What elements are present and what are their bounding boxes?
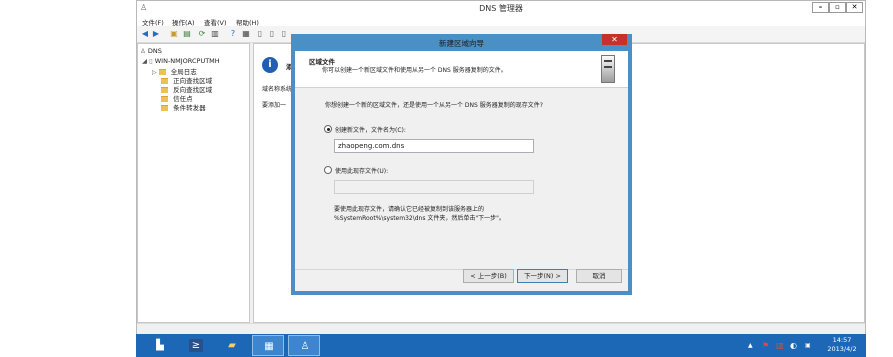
server-node-icon: ▯ xyxy=(149,57,153,65)
close-button[interactable]: ✕ xyxy=(846,2,863,13)
create-new-file-label[interactable]: 创建新文件，文件名为(C): xyxy=(335,125,406,134)
mmc-icon: ▦ xyxy=(264,341,274,352)
taskbar-server-manager[interactable]: ▙ xyxy=(144,335,176,356)
new-zone-wizard-dialog: 新建区域向导 ✕ 区域文件 你可以创建一个新区域文件和使用从另一个 DNS 服务… xyxy=(291,34,632,295)
back-arrow-icon[interactable]: ◀ xyxy=(140,29,150,39)
refresh-icon[interactable]: ⟳ xyxy=(197,29,207,39)
wizard-close-button[interactable]: ✕ xyxy=(602,34,627,45)
existing-file-note-line1: 要使用此现存文件，请确认它已经被复制到该服务器上的 xyxy=(334,206,485,213)
tree-node-conditional-forwarders[interactable]: 条件转发器 xyxy=(161,102,206,112)
taskbar-clock[interactable]: 14:57 2013/4/2 xyxy=(824,336,860,354)
folder-up-icon[interactable]: ▣ xyxy=(169,29,179,39)
wizard-header-description: 你可以创建一个新区域文件和使用从另一个 DNS 服务器复制的文件。 xyxy=(322,67,507,74)
status-bar xyxy=(137,323,865,334)
wizard-question: 你想创建一个新的区域文件，还是使用一个从另一个 DNS 服务器复制的现存文件? xyxy=(325,102,543,109)
console-tree: ♙ DNS ◢ ▯ WIN-NMJORCPUTMH ▷ 全局日志 正向查找区域 … xyxy=(137,43,250,323)
tree-node-dns-label: DNS xyxy=(147,47,162,55)
wizard-title: 新建区域向导 xyxy=(439,39,484,48)
existing-file-input[interactable] xyxy=(334,180,534,194)
dns-manager-icon: ♙ xyxy=(300,341,310,352)
collapse-icon[interactable]: ◢ xyxy=(142,57,147,65)
new-zone-icon[interactable]: ▯ xyxy=(279,29,289,39)
properties-icon[interactable]: ▦ xyxy=(241,29,251,39)
use-existing-file-label[interactable]: 使用此现存文件(U): xyxy=(335,166,388,175)
window-title: DNS 管理器 xyxy=(479,4,523,13)
clock-date: 2013/4/2 xyxy=(827,345,857,353)
new-file-name-input[interactable]: zhaopeng.com.dns xyxy=(334,139,534,153)
expand-icon[interactable]: ▷ xyxy=(152,69,157,76)
minimize-button[interactable]: – xyxy=(812,2,829,13)
folder-icon xyxy=(161,105,168,111)
server-tower-icon xyxy=(601,55,615,83)
taskbar-mmc[interactable]: ▦ xyxy=(252,335,284,356)
taskbar-powershell[interactable]: ≥ xyxy=(180,335,212,356)
forward-arrow-icon[interactable]: ▶ xyxy=(151,29,161,39)
maximize-button[interactable]: ▫ xyxy=(829,2,846,13)
folder-icon: ▰ xyxy=(228,340,236,351)
wizard-body: 区域文件 你可以创建一个新区域文件和使用从另一个 DNS 服务器复制的文件。 你… xyxy=(295,51,628,291)
server-icon[interactable]: ▯ xyxy=(255,29,265,39)
back-button[interactable]: < 上一步(B) xyxy=(463,269,514,283)
tree-node-dns[interactable]: ♙ DNS xyxy=(140,47,162,55)
existing-file-note-line2: %SystemRoot%\system32\dns 文件夹，然后单击"下一步"。 xyxy=(334,215,505,222)
records-icon[interactable]: ▯ xyxy=(267,29,277,39)
tree-node-server-label: WIN-NMJORCPUTMH xyxy=(154,57,220,65)
wizard-header: 区域文件 你可以创建一个新区域文件和使用从另一个 DNS 服务器复制的文件。 xyxy=(295,51,628,88)
use-existing-file-radio[interactable] xyxy=(324,166,332,174)
tree-node-label: 条件转发器 xyxy=(173,104,206,112)
server-manager-icon: ▙ xyxy=(156,340,164,351)
next-button[interactable]: 下一步(N) > xyxy=(517,269,568,283)
powershell-icon: ≥ xyxy=(189,339,203,352)
pane-text-2: 要添加一 xyxy=(262,102,287,109)
menu-bar: 文件(F) 操作(A) 查看(V) 帮助(H) xyxy=(137,15,865,27)
wizard-title-bar[interactable]: 新建区域向导 ✕ xyxy=(291,34,632,51)
show-hide-tree-icon[interactable]: ▤ xyxy=(182,29,192,39)
volume-icon[interactable]: ◐ xyxy=(790,341,797,350)
tree-node-server[interactable]: ◢ ▯ WIN-NMJORCPUTMH xyxy=(142,57,220,65)
taskbar: ▙ ≥ ▰ ▦ ♙ ▲ ⚑ ▥ ◐ ▣ 14:57 2013/4/2 xyxy=(136,334,866,357)
cancel-button[interactable]: 取消 xyxy=(576,269,622,283)
pane-text-1: 域名称系统 xyxy=(262,86,293,93)
export-list-icon[interactable]: ▥ xyxy=(210,29,220,39)
create-new-file-radio[interactable] xyxy=(324,125,332,133)
help-icon[interactable]: ? xyxy=(228,29,238,39)
dns-icon: ♙ xyxy=(140,47,146,55)
show-hidden-icons-arrow[interactable]: ▲ xyxy=(748,342,753,349)
title-bar[interactable]: ♙ DNS 管理器 – ▫ ✕ xyxy=(137,1,865,16)
action-center-flag-icon[interactable]: ⚑ xyxy=(762,341,769,350)
info-icon: i xyxy=(262,57,278,73)
input-method-icon[interactable]: ▣ xyxy=(805,342,811,349)
taskbar-dns-manager[interactable]: ♙ xyxy=(288,335,320,356)
clock-time: 14:57 xyxy=(832,336,852,344)
taskbar-file-explorer[interactable]: ▰ xyxy=(216,335,248,356)
network-icon[interactable]: ▥ xyxy=(776,341,784,350)
